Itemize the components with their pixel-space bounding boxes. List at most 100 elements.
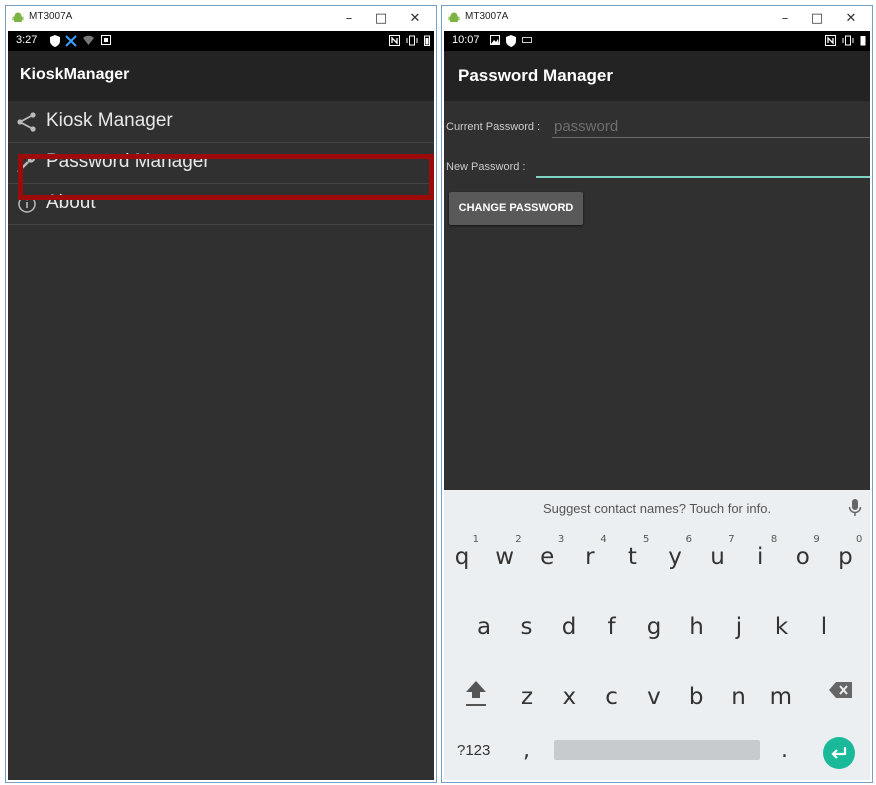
key-label: s [520,614,533,640]
symbols-key[interactable]: ?123 [457,742,490,759]
key-r[interactable]: 4r [569,530,611,580]
window-title: MT3007A [29,11,73,22]
minimize-button[interactable]: – [334,9,364,29]
app-bar: KioskManager [8,51,434,101]
key-p[interactable]: 0p [824,530,866,580]
nfc-icon [825,35,836,46]
battery-icon [424,35,430,46]
image-icon [490,35,500,45]
key-h[interactable]: h [676,600,718,650]
key-label: d [561,614,577,640]
current-password-label: Current Password : [446,121,541,133]
key-v[interactable]: v [633,670,675,720]
key-o[interactable]: 9o [782,530,824,580]
tools-icon [65,35,77,47]
window-titlebar: MT3007A – □ ✕ [6,6,436,31]
suggestion-strip[interactable]: Suggest contact names? Touch for info. [444,490,870,526]
enter-key[interactable] [823,737,855,769]
key-t[interactable]: 5t [611,530,653,580]
enter-arrow-icon [831,747,847,759]
key-e[interactable]: 3e [526,530,568,580]
battery-icon [860,36,866,46]
new-password-label: New Password : [446,161,526,173]
menu-item-kiosk-manager[interactable]: Kiosk Manager [8,102,434,143]
key-label: z [520,684,534,710]
key-label: w [495,544,514,570]
key-n[interactable]: n [718,670,760,720]
shift-key-icon[interactable] [464,679,488,707]
key-label: h [689,614,704,640]
vibrate-icon [406,35,418,46]
key-label: l [820,614,828,640]
suggestion-text: Suggest contact names? Touch for info. [542,501,772,516]
change-password-button[interactable]: CHANGE PASSWORD [449,192,583,225]
key-g[interactable]: g [633,600,675,650]
wifi-off-icon [83,35,94,45]
new-password-input[interactable] [538,156,864,176]
status-bar: 3:27 [8,31,434,51]
new-password-underline [536,176,870,178]
keyboard-icon [522,37,532,43]
key-label: m [769,684,792,710]
key-f[interactable]: f [591,600,633,650]
key-s[interactable]: s [506,600,548,650]
comma-key[interactable]: , [523,738,530,763]
download-icon [101,35,111,45]
key-label: v [647,684,661,710]
microphone-icon[interactable] [848,499,862,517]
key-label: p [838,544,853,570]
key-label: o [795,544,810,570]
current-password-input[interactable] [554,116,864,136]
close-button[interactable]: ✕ [400,9,430,29]
key-a[interactable]: a [463,600,505,650]
close-button[interactable]: ✕ [836,9,866,29]
key-b[interactable]: b [675,670,717,720]
maximize-button[interactable]: □ [802,9,832,29]
key-label: g [646,614,662,640]
current-password-underline [552,137,870,138]
device-screen: 3:27 KioskManager Kiosk Manager Password… [8,31,434,780]
key-y[interactable]: 6y [654,530,696,580]
key-label: i [756,544,764,570]
status-time: 10:07 [452,34,480,46]
backspace-key-icon[interactable] [828,680,854,700]
key-j[interactable]: j [718,600,760,650]
key-label: b [688,684,704,710]
key-m[interactable]: m [760,670,802,720]
key-w[interactable]: 2w [484,530,526,580]
key-label: a [476,614,492,640]
window-title: MT3007A [465,11,509,22]
key-u[interactable]: 7u [697,530,739,580]
key-label: e [540,544,555,570]
shield-icon [50,35,60,47]
device-screen: 10:07 Password Manager Current Password … [444,31,870,780]
key-label: f [607,614,616,640]
android-icon [448,12,460,22]
key-label: x [562,684,577,710]
vibrate-icon [842,35,854,46]
key-d[interactable]: d [548,600,590,650]
key-i[interactable]: 8i [739,530,781,580]
key-q[interactable]: 1q [444,530,483,580]
key-k[interactable]: k [761,600,803,650]
key-label: n [731,684,746,710]
key-x[interactable]: x [548,670,590,720]
key-label: r [585,544,595,570]
space-bar[interactable] [554,740,760,760]
status-bar: 10:07 [444,31,870,51]
window-titlebar: MT3007A – □ ✕ [442,6,872,31]
key-c[interactable]: c [591,670,633,720]
key-l[interactable]: l [803,600,845,650]
period-key[interactable]: . [781,738,788,763]
key-label: t [627,544,637,570]
key-label: q [454,544,470,570]
key-z[interactable]: z [506,670,548,720]
key-label: u [710,544,725,570]
app-title: KioskManager [20,66,130,83]
maximize-button[interactable]: □ [366,9,396,29]
soft-keyboard: Suggest contact names? Touch for info. 1… [444,490,870,780]
minimize-button[interactable]: – [770,9,800,29]
emulator-window-left: MT3007A – □ ✕ 3:27 KioskManager Kiosk Ma… [5,5,437,783]
menu-label: Kiosk Manager [46,110,173,131]
nfc-icon [389,35,400,46]
